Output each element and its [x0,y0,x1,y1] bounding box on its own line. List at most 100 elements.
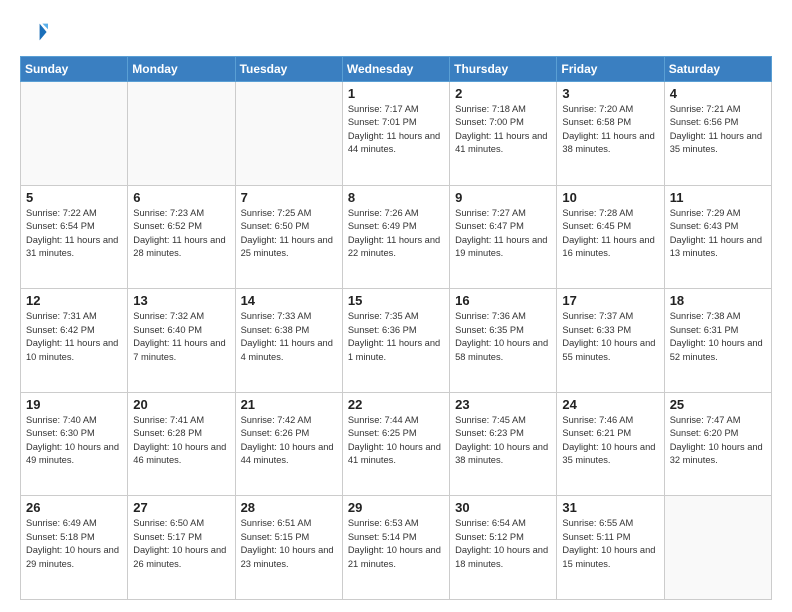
day-number: 21 [241,397,337,412]
day-number: 12 [26,293,122,308]
calendar-cell: 2Sunrise: 7:18 AM Sunset: 7:00 PM Daylig… [450,82,557,186]
day-number: 7 [241,190,337,205]
calendar-cell: 26 Sunrise: 6:49 AM Sunset: 5:18 PM Dayli… [21,496,128,600]
day-info: Sunrise: 7:20 AM Sunset: 6:58 PM Dayligh… [562,103,658,157]
day-info: Sunrise: 7:42 AM Sunset: 6:26 PM Dayligh… [241,414,337,468]
day-number: 8 [348,190,444,205]
calendar-day-header: Monday [128,57,235,82]
day-info: Sunrise: 7:36 AM Sunset: 6:35 PM Dayligh… [455,310,551,364]
calendar-week-row: 12 Sunrise: 7:31 AM Sunset: 6:42 PM Dayli… [21,289,772,393]
day-number: 9 [455,190,551,205]
day-info: Sunrise: 7:40 AM Sunset: 6:30 PM Dayligh… [26,414,122,468]
calendar-cell: 30 Sunrise: 6:54 AM Sunset: 5:12 PM Dayli… [450,496,557,600]
header [20,18,772,46]
calendar-cell [235,82,342,186]
day-number: 18 [670,293,766,308]
calendar-week-row: 1Sunrise: 7:17 AM Sunset: 7:01 PM Daylig… [21,82,772,186]
day-info: Sunrise: 6:55 AM Sunset: 5:11 PM Dayligh… [562,517,658,571]
day-number: 10 [562,190,658,205]
calendar-cell: 3 Sunrise: 7:20 AM Sunset: 6:58 PM Daylig… [557,82,664,186]
calendar-cell: 5Sunrise: 7:22 AM Sunset: 6:54 PM Daylig… [21,185,128,289]
calendar-week-row: 26 Sunrise: 6:49 AM Sunset: 5:18 PM Dayli… [21,496,772,600]
calendar-cell: 23 Sunrise: 7:45 AM Sunset: 6:23 PM Dayli… [450,392,557,496]
day-number: 13 [133,293,229,308]
day-info: Sunrise: 6:50 AM Sunset: 5:17 PM Dayligh… [133,517,229,571]
day-info: Sunrise: 7:44 AM Sunset: 6:25 PM Dayligh… [348,414,444,468]
calendar-cell [128,82,235,186]
calendar-cell: 16Sunrise: 7:36 AM Sunset: 6:35 PM Dayli… [450,289,557,393]
day-info: Sunrise: 7:29 AM Sunset: 6:43 PM Dayligh… [670,207,766,261]
day-info: Sunrise: 7:41 AM Sunset: 6:28 PM Dayligh… [133,414,229,468]
day-number: 15 [348,293,444,308]
day-info: Sunrise: 7:38 AM Sunset: 6:31 PM Dayligh… [670,310,766,364]
day-info: Sunrise: 7:18 AM Sunset: 7:00 PM Dayligh… [455,103,551,157]
day-number: 28 [241,500,337,515]
day-number: 3 [562,86,658,101]
calendar-cell: 9 Sunrise: 7:27 AM Sunset: 6:47 PM Daylig… [450,185,557,289]
day-number: 5 [26,190,122,205]
calendar-cell: 29 Sunrise: 6:53 AM Sunset: 5:14 PM Dayli… [342,496,449,600]
day-number: 25 [670,397,766,412]
day-info: Sunrise: 7:35 AM Sunset: 6:36 PM Dayligh… [348,310,444,364]
calendar-cell: 21 Sunrise: 7:42 AM Sunset: 6:26 PM Dayli… [235,392,342,496]
day-number: 24 [562,397,658,412]
calendar-cell: 11 Sunrise: 7:29 AM Sunset: 6:43 PM Dayli… [664,185,771,289]
calendar-cell: 22 Sunrise: 7:44 AM Sunset: 6:25 PM Dayli… [342,392,449,496]
calendar-day-header: Friday [557,57,664,82]
calendar-cell: 4Sunrise: 7:21 AM Sunset: 6:56 PM Daylig… [664,82,771,186]
day-number: 27 [133,500,229,515]
calendar-cell: 17Sunrise: 7:37 AM Sunset: 6:33 PM Dayli… [557,289,664,393]
day-number: 22 [348,397,444,412]
calendar-day-header: Sunday [21,57,128,82]
day-info: Sunrise: 6:54 AM Sunset: 5:12 PM Dayligh… [455,517,551,571]
day-info: Sunrise: 7:27 AM Sunset: 6:47 PM Dayligh… [455,207,551,261]
calendar-cell: 8 Sunrise: 7:26 AM Sunset: 6:49 PM Daylig… [342,185,449,289]
day-number: 23 [455,397,551,412]
day-info: Sunrise: 7:28 AM Sunset: 6:45 PM Dayligh… [562,207,658,261]
calendar-day-header: Wednesday [342,57,449,82]
calendar-cell: 7Sunrise: 7:25 AM Sunset: 6:50 PM Daylig… [235,185,342,289]
day-info: Sunrise: 7:26 AM Sunset: 6:49 PM Dayligh… [348,207,444,261]
calendar-table: SundayMondayTuesdayWednesdayThursdayFrid… [20,56,772,600]
day-info: Sunrise: 7:17 AM Sunset: 7:01 PM Dayligh… [348,103,444,157]
calendar-cell: 10 Sunrise: 7:28 AM Sunset: 6:45 PM Dayli… [557,185,664,289]
day-info: Sunrise: 7:47 AM Sunset: 6:20 PM Dayligh… [670,414,766,468]
day-info: Sunrise: 7:23 AM Sunset: 6:52 PM Dayligh… [133,207,229,261]
calendar-day-header: Thursday [450,57,557,82]
day-info: Sunrise: 7:33 AM Sunset: 6:38 PM Dayligh… [241,310,337,364]
day-number: 29 [348,500,444,515]
calendar-cell [21,82,128,186]
calendar-day-header: Saturday [664,57,771,82]
day-info: Sunrise: 7:32 AM Sunset: 6:40 PM Dayligh… [133,310,229,364]
calendar-cell [664,496,771,600]
day-info: Sunrise: 6:53 AM Sunset: 5:14 PM Dayligh… [348,517,444,571]
calendar-week-row: 19 Sunrise: 7:40 AM Sunset: 6:30 PM Dayli… [21,392,772,496]
calendar-week-row: 5Sunrise: 7:22 AM Sunset: 6:54 PM Daylig… [21,185,772,289]
day-number: 19 [26,397,122,412]
calendar-cell: 19 Sunrise: 7:40 AM Sunset: 6:30 PM Dayli… [21,392,128,496]
day-info: Sunrise: 6:49 AM Sunset: 5:18 PM Dayligh… [26,517,122,571]
day-number: 20 [133,397,229,412]
day-number: 31 [562,500,658,515]
day-number: 11 [670,190,766,205]
calendar-cell: 13 Sunrise: 7:32 AM Sunset: 6:40 PM Dayli… [128,289,235,393]
logo [20,18,52,46]
calendar-cell: 6Sunrise: 7:23 AM Sunset: 6:52 PM Daylig… [128,185,235,289]
calendar-cell: 24 Sunrise: 7:46 AM Sunset: 6:21 PM Dayli… [557,392,664,496]
day-number: 4 [670,86,766,101]
day-info: Sunrise: 7:46 AM Sunset: 6:21 PM Dayligh… [562,414,658,468]
day-info: Sunrise: 7:37 AM Sunset: 6:33 PM Dayligh… [562,310,658,364]
logo-icon [20,18,48,46]
day-number: 14 [241,293,337,308]
day-info: Sunrise: 7:31 AM Sunset: 6:42 PM Dayligh… [26,310,122,364]
calendar-cell: 15 Sunrise: 7:35 AM Sunset: 6:36 PM Dayli… [342,289,449,393]
day-number: 26 [26,500,122,515]
calendar-cell: 31 Sunrise: 6:55 AM Sunset: 5:11 PM Dayli… [557,496,664,600]
calendar-day-header: Tuesday [235,57,342,82]
calendar-cell: 12 Sunrise: 7:31 AM Sunset: 6:42 PM Dayli… [21,289,128,393]
day-number: 30 [455,500,551,515]
calendar-cell: 20 Sunrise: 7:41 AM Sunset: 6:28 PM Dayli… [128,392,235,496]
calendar-cell: 28Sunrise: 6:51 AM Sunset: 5:15 PM Dayli… [235,496,342,600]
calendar-cell: 27 Sunrise: 6:50 AM Sunset: 5:17 PM Dayli… [128,496,235,600]
day-info: Sunrise: 7:45 AM Sunset: 6:23 PM Dayligh… [455,414,551,468]
